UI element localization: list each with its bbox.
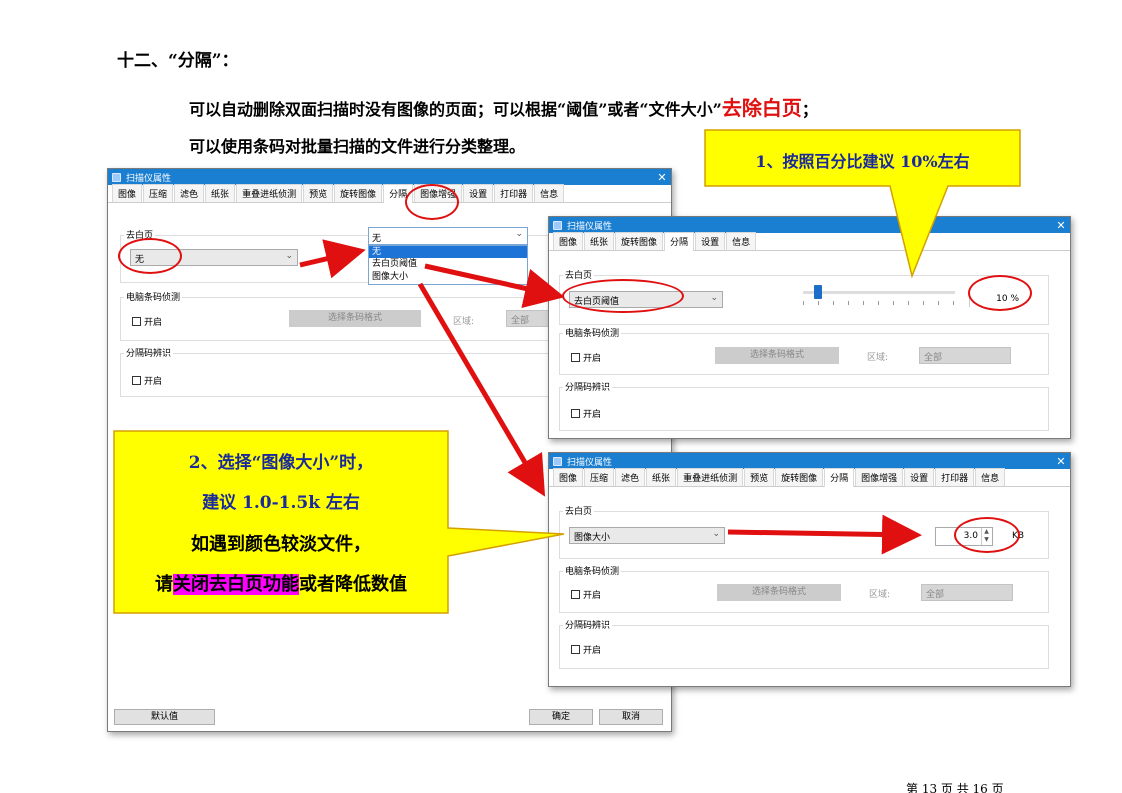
arrows-overlay xyxy=(299,239,922,555)
arrow-to-threshold xyxy=(424,263,565,308)
arrow-to-size-value xyxy=(727,514,922,555)
page-number: 第 13 页 共 16 页 xyxy=(906,782,1004,793)
arrow-to-dropdown xyxy=(299,239,366,279)
arrow-to-size-dialog xyxy=(417,282,546,497)
